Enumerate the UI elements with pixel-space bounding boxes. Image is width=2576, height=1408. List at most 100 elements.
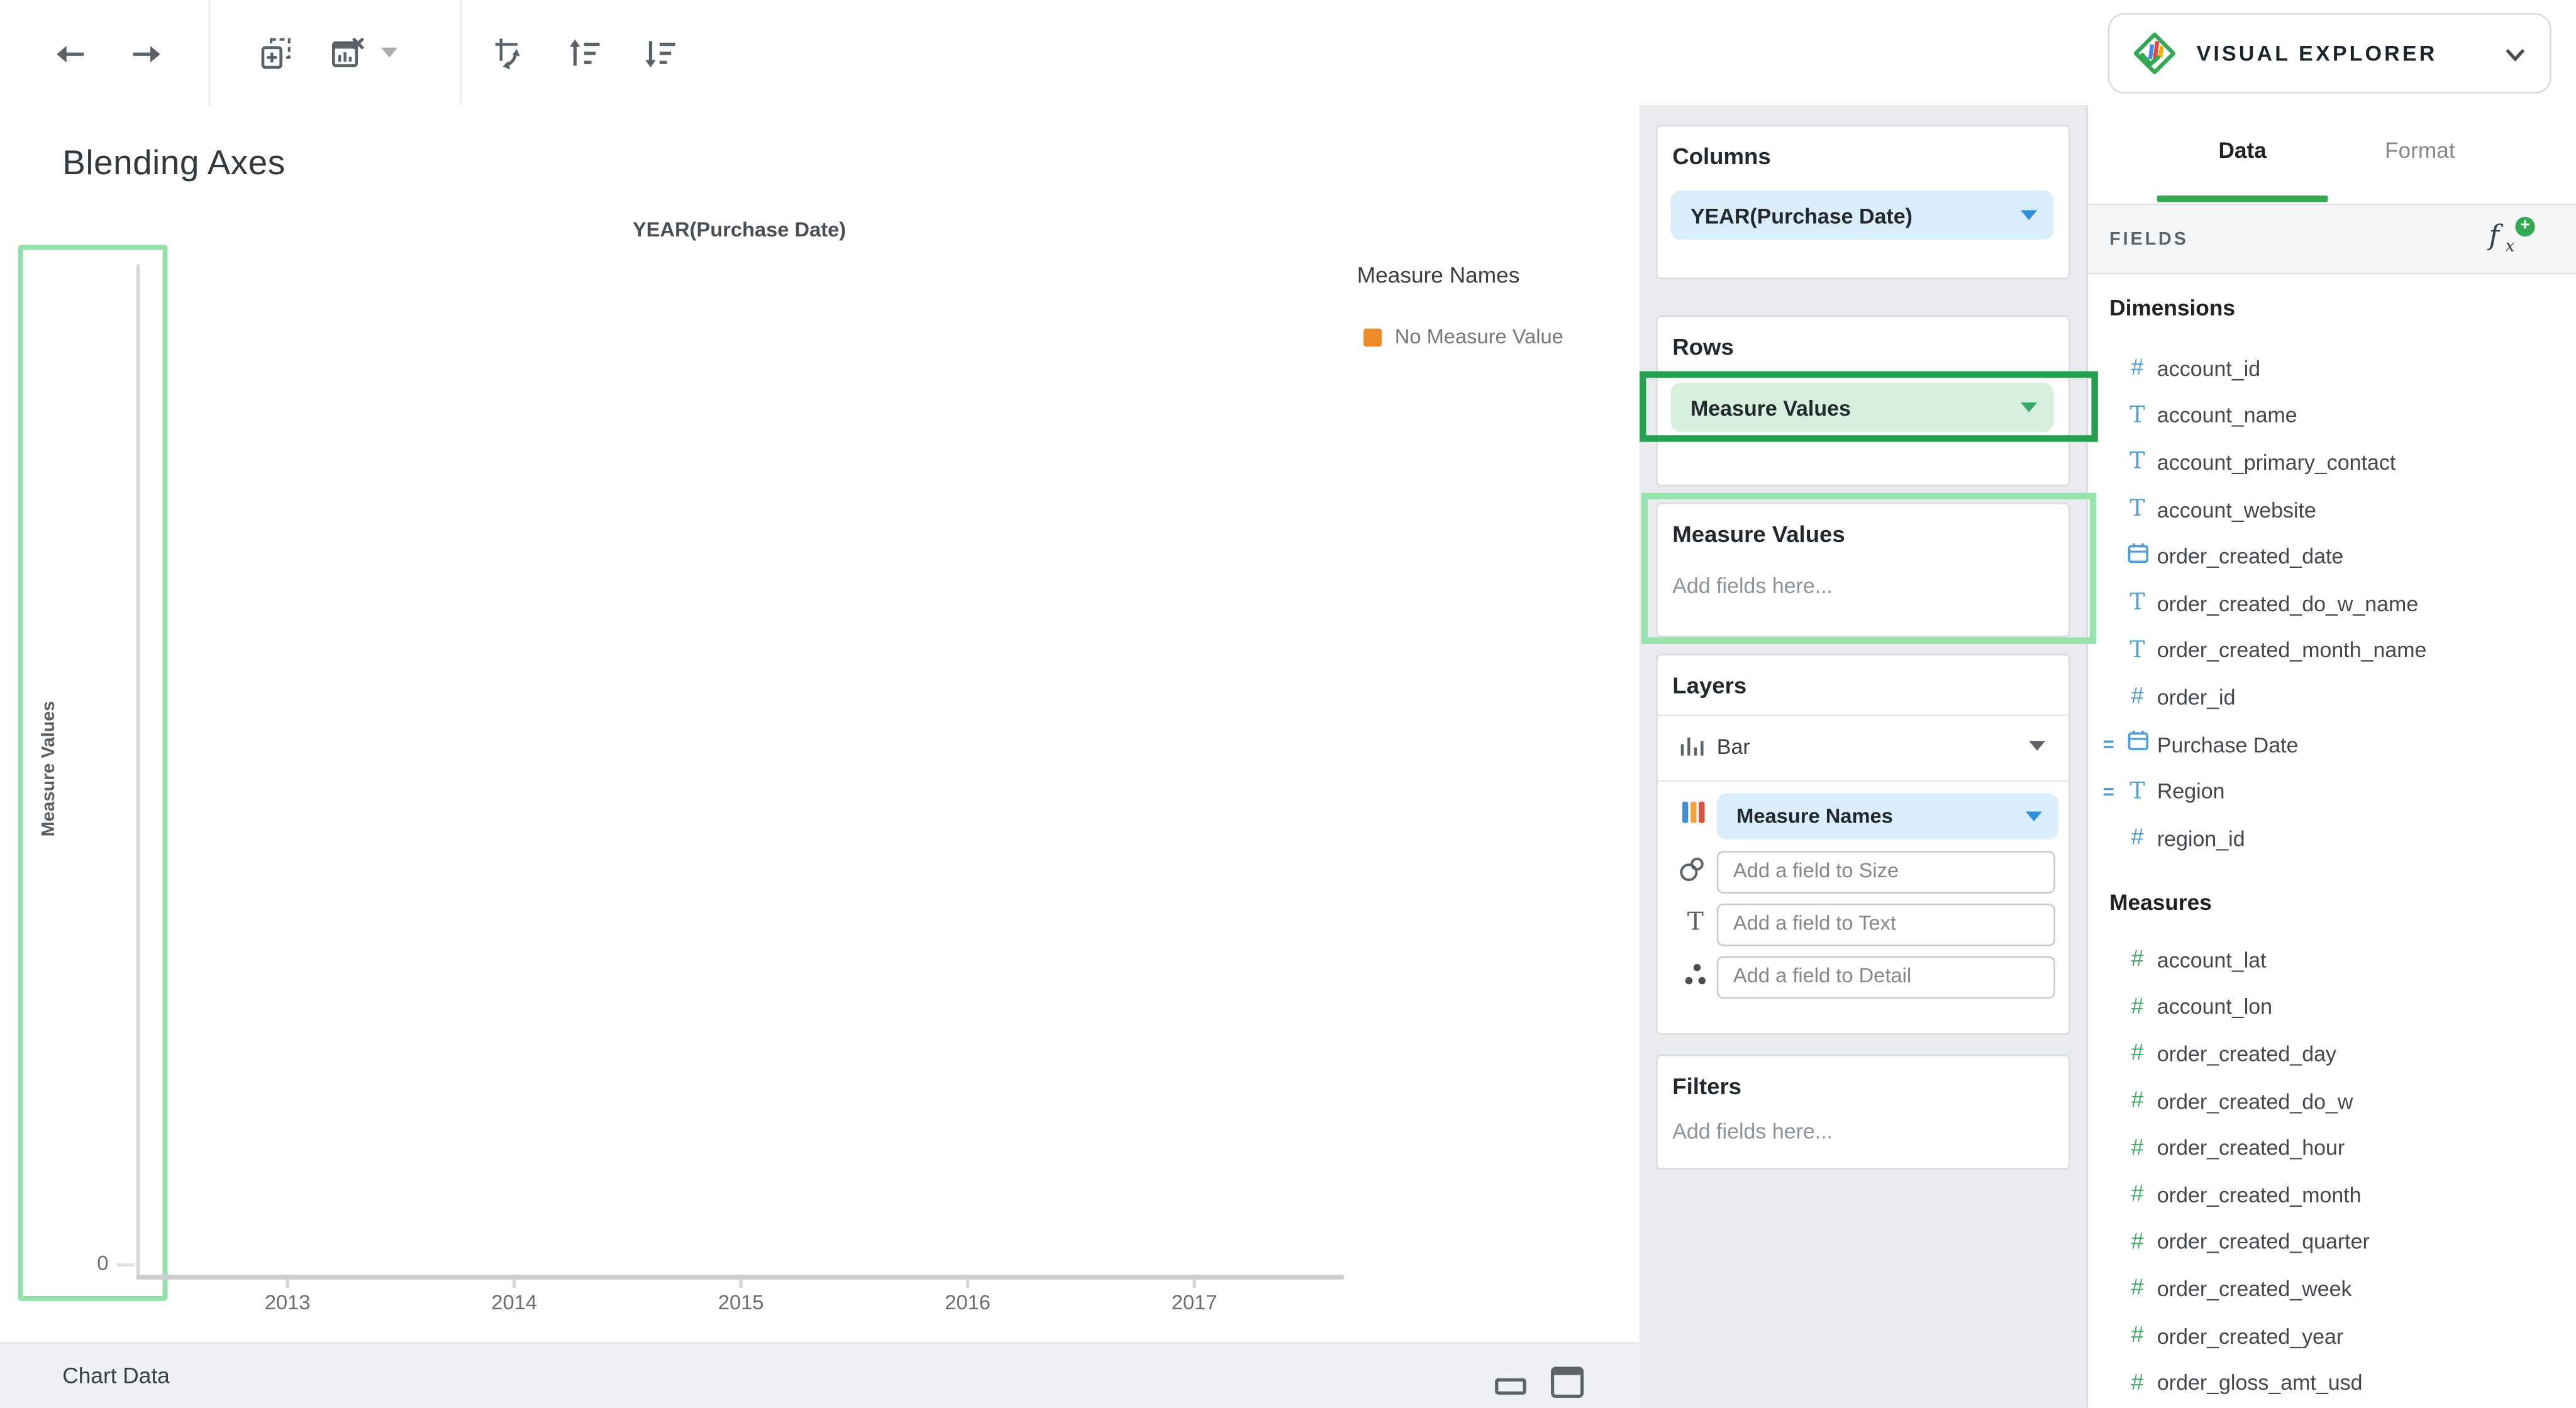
field-item[interactable]: order_created_date [2088,533,2576,580]
number-field-icon: # [2131,1039,2143,1065]
field-item[interactable]: Taccount_website [2088,486,2576,533]
field-name: order_created_day [2157,1041,2336,1066]
rows-shelf-title: Rows [1672,333,1734,360]
calculated-field-icon: = [2103,780,2119,803]
divider [1658,780,2068,782]
clear-chart-button[interactable] [328,35,368,74]
create-calculated-field-button[interactable]: f x + [2489,217,2545,263]
field-name: account_website [2157,497,2316,521]
chevron-down-icon [378,45,401,61]
y-axis-zero-tick [116,1263,135,1266]
field-item[interactable]: #order_created_do_w [2088,1077,2576,1124]
measures-list: #account_lat#account_lon#order_created_d… [2088,936,2576,1406]
forward-button[interactable] [126,35,166,74]
field-item[interactable]: #account_id [2088,345,2576,392]
text-field-icon: T [2129,496,2145,523]
measure-values-shelf[interactable]: Measure Values Add fields here... [1656,502,2070,637]
field-name: order_created_date [2157,544,2343,568]
rows-shelf[interactable]: Rows Measure Values [1656,316,2070,487]
duplicate-button[interactable] [257,35,296,74]
field-item[interactable]: #order_created_quarter [2088,1218,2576,1265]
chart-title: Blending Axes [62,145,285,184]
divider [1658,714,2068,716]
rows-pill-measure-values[interactable]: Measure Values [1671,383,2054,432]
field-name: order_gloss_amt_usd [2157,1370,2363,1395]
measure-values-shelf-title: Measure Values [1672,521,1845,547]
field-name: order_created_hour [2157,1136,2345,1160]
columns-pill-year-purchase-date[interactable]: YEAR(Purchase Date) [1671,191,2054,240]
text-field-icon: T [2129,449,2145,475]
field-item[interactable]: #order_created_week [2088,1265,2576,1312]
field-item[interactable]: #account_lat [2088,936,2576,984]
x-axis-tick [1193,1279,1196,1287]
field-item[interactable]: # account_lon [2088,984,2576,1031]
field-item[interactable]: # order_created_day [2088,1030,2576,1077]
field-item[interactable]: Taccount_name [2088,392,2576,439]
color-pill-measure-names[interactable]: Measure Names [1717,794,2058,840]
y-axis-zero-label: 0 [65,1252,108,1275]
x-axis-tick-label: 2016 [902,1291,1033,1314]
app-switcher-label: VISUAL EXPLORER [2197,41,2438,65]
field-item[interactable]: #order_id [2088,674,2576,721]
fx-icon: f [2489,220,2499,253]
minimize-panel-button[interactable] [1495,1378,1526,1395]
pill-menu-caret-icon [2021,210,2037,220]
swap-axes-button[interactable] [489,35,529,74]
legend-item[interactable]: No Measure Value [1363,325,1563,348]
number-field-icon: # [2131,992,2143,1019]
size-field-input[interactable]: Add a field to Size [1717,851,2055,894]
sort-ascending-button[interactable] [565,35,605,74]
field-item[interactable]: #order_gloss_amt_usd [2088,1359,2576,1406]
sort-descending-icon [641,35,680,74]
field-item[interactable]: =Purchase Date [2088,721,2576,768]
field-name: account_lon [2157,994,2272,1019]
field-name: Region [2157,779,2225,804]
chart-canvas: Blending Axes YEAR(Purchase Date) Measur… [0,105,1640,1342]
sort-descending-button[interactable] [641,35,680,74]
text-field-icon: T [2129,637,2145,663]
text-field-input[interactable]: Add a field to Text [1717,904,2055,946]
measure-values-drop-placeholder: Add fields here... [1672,574,1833,598]
tab-data[interactable]: Data [2170,138,2315,162]
field-item[interactable]: Torder_created_month_name [2088,627,2576,674]
x-axis-tick-label: 2014 [448,1291,580,1314]
calendar-icon [2125,728,2150,752]
field-item[interactable]: =TRegion [2088,768,2576,815]
legend-title: Measure Names [1357,263,1520,287]
filters-shelf[interactable]: Filters Add fields here... [1656,1055,2070,1170]
pill-menu-caret-icon [2021,402,2037,413]
chart-data-bar[interactable]: Chart Data [0,1342,1640,1407]
field-name: account_primary_contact [2157,450,2396,475]
field-item[interactable]: #order_created_month [2088,1171,2576,1218]
field-item[interactable]: #order_created_hour [2088,1124,2576,1172]
field-name: order_id [2157,685,2236,709]
app-switcher-button[interactable]: VISUAL EXPLORER [2108,13,2551,94]
x-axis-tick-label: 2015 [675,1291,807,1314]
number-field-icon: # [2131,823,2143,850]
layers-card: Layers Bar Measure Names [1656,654,2070,1035]
tab-format[interactable]: Format [2348,138,2492,162]
chart-type-caret-icon [2029,741,2045,751]
visual-explorer-app: VISUAL EXPLORER Blending Axes YEAR(Purch… [0,0,2576,1408]
back-button[interactable] [51,35,91,74]
field-item[interactable]: Taccount_primary_contact [2088,439,2576,486]
columns-shelf[interactable]: Columns YEAR(Purchase Date) [1656,125,2070,280]
clear-chart-menu-caret[interactable] [378,45,418,84]
field-item[interactable]: #order_created_year [2088,1312,2576,1360]
toolbar-divider [209,0,211,105]
number-field-icon: # [2131,1274,2143,1300]
field-item[interactable]: #region_id [2088,815,2576,862]
field-name: order_created_month_name [2157,638,2427,662]
field-name: order_created_year [2157,1323,2343,1348]
field-name: order_created_do_w_name [2157,591,2418,616]
number-field-icon: # [2131,1180,2143,1206]
detail-encoding-icon [1679,960,1709,989]
y-axis-line [136,265,140,1275]
field-item[interactable]: Torder_created_do_w_name [2088,580,2576,627]
fields-panel: Data Format FIELDS f x + Dimensions #acc… [2087,105,2576,1408]
number-field-icon: # [2131,945,2143,972]
detail-field-input[interactable]: Add a field to Detail [1717,956,2055,999]
maximize-panel-button[interactable] [1551,1366,1584,1398]
x-axis-tick [286,1279,289,1287]
field-name: Purchase Date [2157,732,2299,757]
